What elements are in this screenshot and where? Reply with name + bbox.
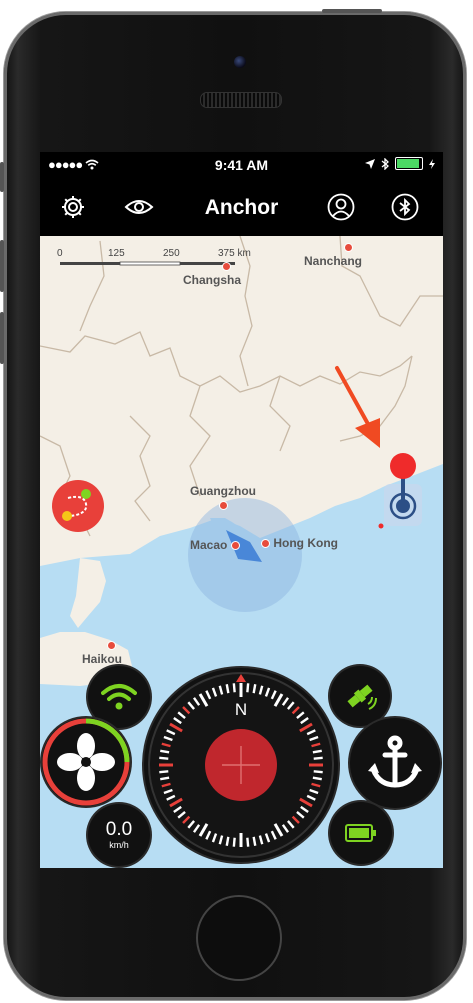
power-button xyxy=(322,9,382,13)
route-icon[interactable] xyxy=(52,480,104,532)
front-camera xyxy=(234,56,246,68)
compass-tick xyxy=(252,684,257,694)
city-marker xyxy=(106,641,116,651)
city-hong-kong: Hong Kong xyxy=(261,536,338,550)
compass-tick xyxy=(160,776,170,781)
city-marker xyxy=(230,541,240,551)
home-button[interactable] xyxy=(196,895,282,981)
scale-label-0: 0 xyxy=(57,248,63,259)
nav-bar: Anchor xyxy=(40,180,443,236)
scale-label-375: 375 km xyxy=(218,248,251,259)
compass-tick xyxy=(313,770,323,774)
speed-display: 0.0 km/h xyxy=(88,804,150,866)
compass-tick xyxy=(252,836,257,846)
city-changsha: Changsha xyxy=(183,259,241,287)
page-title: Anchor xyxy=(204,196,279,219)
compass-tick xyxy=(246,837,250,847)
compass-dial[interactable]: N xyxy=(144,668,338,862)
compass-tick xyxy=(225,836,230,846)
compass-tick xyxy=(225,684,230,694)
bluetooth-status-icon xyxy=(381,157,389,170)
screen: ●●●●● 9:41 AM Anchor 0 125 250 375 km Na… xyxy=(40,152,443,868)
bluetooth-icon[interactable] xyxy=(390,192,420,222)
anchor-button[interactable] xyxy=(350,718,440,808)
charging-icon xyxy=(429,158,435,169)
battery-status-icon xyxy=(395,157,423,170)
anchor-icon xyxy=(368,735,422,788)
compass-tick xyxy=(313,756,323,760)
city-haikou: Haikou xyxy=(82,638,122,666)
wifi-icon xyxy=(101,684,137,710)
mute-switch xyxy=(0,162,4,192)
volume-down-button xyxy=(0,312,4,364)
city-marker xyxy=(221,262,231,272)
compass-ring xyxy=(148,672,334,858)
city-guangzhou: Guangzhou xyxy=(190,484,256,512)
battery-button[interactable] xyxy=(330,802,392,864)
speed-value: 0.0 xyxy=(105,819,133,840)
volume-up-button xyxy=(0,240,4,292)
compass-tick xyxy=(159,756,169,760)
city-macao: Macao xyxy=(190,538,240,552)
fan-icon xyxy=(42,718,130,806)
user-icon[interactable] xyxy=(326,192,356,222)
satellite-button[interactable] xyxy=(330,666,390,726)
scale-label-125: 125 xyxy=(108,248,125,259)
compass-tick xyxy=(246,683,250,693)
compass-tick xyxy=(232,683,236,693)
compass-north-label: N xyxy=(234,700,248,719)
fan-button[interactable] xyxy=(42,718,130,806)
scale-label-250: 250 xyxy=(163,248,180,259)
status-right xyxy=(365,157,435,170)
compass-tick xyxy=(160,749,170,754)
compass-tick xyxy=(312,776,322,781)
speed-unit: km/h xyxy=(109,840,129,850)
status-bar: ●●●●● 9:41 AM xyxy=(40,152,443,180)
city-nanchang: Nanchang xyxy=(304,240,362,268)
anchor-pin-marker[interactable] xyxy=(378,453,423,529)
city-marker xyxy=(261,539,270,549)
compass-tick xyxy=(232,837,236,847)
compass-tick xyxy=(312,749,322,754)
satellite-icon xyxy=(347,684,377,710)
compass-tick xyxy=(159,770,169,774)
city-marker xyxy=(343,243,353,253)
location-arrow-icon xyxy=(365,158,375,169)
battery-icon xyxy=(345,824,376,842)
earpiece-speaker xyxy=(200,92,282,108)
city-marker xyxy=(218,501,228,511)
